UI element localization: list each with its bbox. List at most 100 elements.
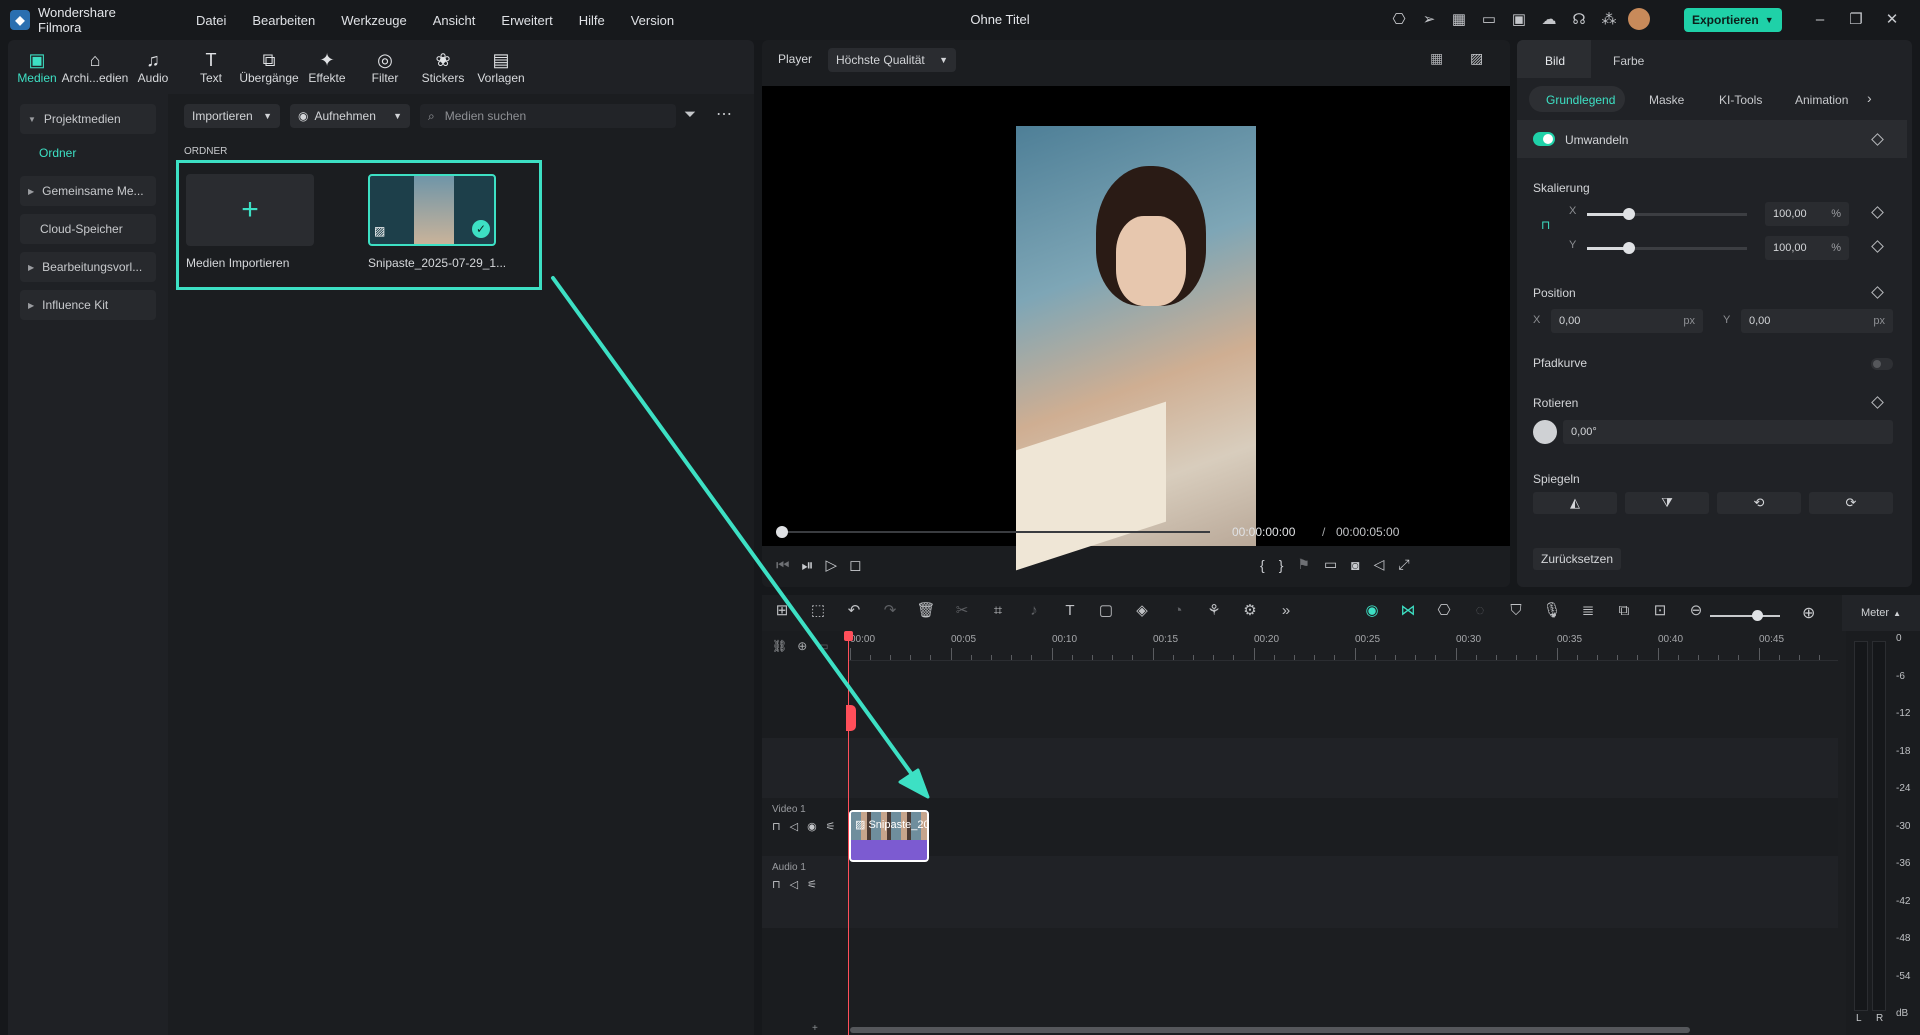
color-icon[interactable]: ⚘ — [1196, 601, 1232, 619]
scale-x-input[interactable]: 100,00% — [1765, 202, 1849, 226]
zoom-slider[interactable] — [1710, 610, 1780, 621]
eye-icon[interactable]: ◉ — [807, 820, 817, 833]
sidebar-item-gemeinsame-medien[interactable]: ▶ Gemeinsame Me... — [20, 176, 156, 206]
send-icon[interactable]: ➢ — [1414, 10, 1444, 28]
sidebar-item-ordner[interactable]: Ordner — [39, 146, 168, 166]
sidebar-item-projektmedien[interactable]: ▼ Projektmedien — [20, 104, 156, 134]
mute-icon[interactable]: ◁ — [790, 878, 798, 891]
link-icon[interactable]: ⛓ — [772, 639, 787, 653]
zoom-in-icon[interactable]: ⊕ — [1802, 603, 1815, 623]
playhead-tab[interactable] — [846, 705, 856, 731]
display-settings-icon[interactable]: ▭ — [1324, 556, 1337, 573]
toolbar-text[interactable]: T Text — [182, 40, 240, 94]
apps-grid-icon[interactable]: ⁂ — [1594, 10, 1624, 28]
effects-tool-icon[interactable]: ◈ — [1124, 601, 1160, 619]
grid-view-icon[interactable]: ▦ — [1430, 50, 1443, 67]
more-tools-icon[interactable]: » — [1268, 602, 1304, 619]
volume-icon[interactable]: ◁ — [1374, 556, 1385, 573]
avatar[interactable] — [1628, 8, 1650, 30]
prev-frame-icon[interactable]: ⏮ — [776, 557, 790, 574]
speed-icon[interactable]: ◔ — [1160, 602, 1196, 619]
flip-vertical-icon[interactable]: ⧩ — [1625, 492, 1709, 514]
mark-out-icon[interactable]: } — [1279, 557, 1284, 573]
reset-button[interactable]: Zurücksetzen — [1533, 548, 1622, 570]
fullscreen-icon[interactable]: ⤢ — [1398, 556, 1409, 573]
marker-icon[interactable]: ⚑ — [1297, 556, 1310, 573]
tab-farbe[interactable]: Farbe — [1613, 54, 1644, 68]
minimize-icon[interactable]: – — [1802, 11, 1838, 28]
track-settings-icon[interactable]: ⚟ — [826, 820, 836, 833]
select-tool-icon[interactable]: ⬚ — [800, 601, 836, 619]
media-clip-thumbnail[interactable]: ▨ ✓ — [368, 174, 496, 246]
toolbar-template[interactable]: ▤ Vorlagen — [472, 40, 530, 94]
preview-canvas[interactable] — [762, 86, 1510, 571]
flip-horizontal-icon[interactable]: ◭ — [1533, 492, 1617, 514]
toolbar-filter[interactable]: ◎ Filter — [356, 40, 414, 94]
meter-dropdown[interactable]: Meter ▲ — [1842, 595, 1920, 631]
snapshot-view-icon[interactable]: ▨ — [1470, 50, 1483, 67]
export-button[interactable]: Exportieren ▼ — [1684, 8, 1782, 32]
menu-datei[interactable]: Datei — [196, 13, 226, 28]
fit-icon[interactable]: ⊡ — [1642, 601, 1678, 619]
gift-icon[interactable]: ⎔ — [1384, 10, 1414, 28]
playhead-handle[interactable] — [844, 631, 853, 641]
stop-icon[interactable]: ◻ — [849, 556, 861, 574]
media-search-input[interactable]: ⌕ Medien suchen — [420, 104, 676, 128]
import-dropdown[interactable]: Importieren ▼ — [184, 104, 280, 128]
pip-icon[interactable]: ⧉ — [1606, 602, 1642, 619]
layout-grid-icon[interactable]: ⊞ — [764, 601, 800, 619]
subtab-ki-tools[interactable]: KI-Tools — [1719, 93, 1762, 107]
zoom-out-icon[interactable]: ⊖ — [1678, 601, 1714, 619]
feedback-icon[interactable]: ▦ — [1444, 10, 1474, 28]
lock-ratio-icon[interactable]: ⊓ — [1541, 218, 1550, 232]
keyframe-diamond-icon[interactable] — [1871, 396, 1884, 409]
playhead[interactable] — [848, 631, 849, 1035]
undo-icon[interactable]: ↶ — [836, 601, 872, 619]
motion-track-icon[interactable]: ⎔ — [1426, 601, 1462, 619]
toolbar-music[interactable]: ♫ Audio — [124, 40, 182, 94]
rotate-input[interactable]: 0,00° — [1563, 420, 1893, 444]
play-icon[interactable]: ▷ — [826, 556, 838, 574]
subtab-animation[interactable]: Animation — [1795, 93, 1848, 107]
shape-icon[interactable]: ▢ — [1088, 601, 1124, 619]
mark-in-icon[interactable]: { — [1260, 557, 1265, 573]
transform-toggle[interactable] — [1533, 132, 1555, 146]
audio-mix-icon[interactable]: ≣ — [1570, 601, 1606, 619]
position-x-input[interactable]: 0,00 px — [1551, 309, 1703, 333]
toolbar-transition[interactable]: ⧉ Übergänge — [239, 40, 298, 94]
rotate-dial[interactable] — [1533, 420, 1557, 444]
menu-werkzeuge[interactable]: Werkzeuge — [341, 13, 407, 28]
tab-bild[interactable]: Bild — [1545, 54, 1565, 68]
render-icon[interactable]: ◌ — [1462, 602, 1498, 619]
chevron-right-icon[interactable]: › — [1867, 90, 1872, 106]
quality-dropdown[interactable]: Höchste Qualität ▼ — [828, 48, 956, 72]
scale-x-slider[interactable] — [1587, 208, 1747, 220]
time-ruler[interactable]: 00:00 00:05 00:10 00:15 00:20 00:25 00:30 00:35… — [848, 631, 1838, 661]
keyframe-diamond-icon[interactable] — [1871, 133, 1884, 146]
save-icon[interactable]: ▣ — [1504, 10, 1534, 28]
more-options-icon[interactable]: ⋯ — [716, 104, 732, 124]
rotate-right-icon[interactable]: ⟳ — [1809, 492, 1893, 514]
track-manager-icon[interactable]: ▭ — [817, 639, 828, 653]
cloud-upload-icon[interactable]: ☁ — [1534, 10, 1564, 28]
subtab-maske[interactable]: Maske — [1649, 93, 1684, 107]
shield-icon[interactable]: ⛉ — [1498, 602, 1534, 619]
horizontal-scrollbar[interactable] — [850, 1027, 1690, 1033]
lock-icon[interactable]: ⊓ — [772, 820, 781, 833]
lock-icon[interactable]: ⊓ — [772, 878, 781, 891]
track-settings-icon[interactable]: ⚟ — [807, 878, 817, 891]
menu-ansicht[interactable]: Ansicht — [433, 13, 476, 28]
sidebar-item-cloud-speicher[interactable]: Cloud-Speicher — [20, 214, 156, 244]
toolbar-sticker[interactable]: ❀ Stickers — [414, 40, 472, 94]
camera-icon[interactable]: ◙ — [1351, 557, 1359, 573]
microphone-icon[interactable]: 🎙 — [1534, 601, 1570, 619]
layout-icon[interactable]: ▭ — [1474, 10, 1504, 28]
restore-icon[interactable]: ❐ — [1838, 10, 1874, 28]
path-curve-toggle[interactable] — [1871, 358, 1893, 370]
menu-bearbeiten[interactable]: Bearbeiten — [252, 13, 315, 28]
support-icon[interactable]: ☊ — [1564, 10, 1594, 28]
rotate-left-icon[interactable]: ⟲ — [1717, 492, 1801, 514]
ai-tool-icon[interactable]: ⚙ — [1232, 601, 1268, 619]
scale-y-slider[interactable] — [1587, 242, 1747, 254]
toolbar-media[interactable]: ▣ Medien — [8, 40, 66, 94]
